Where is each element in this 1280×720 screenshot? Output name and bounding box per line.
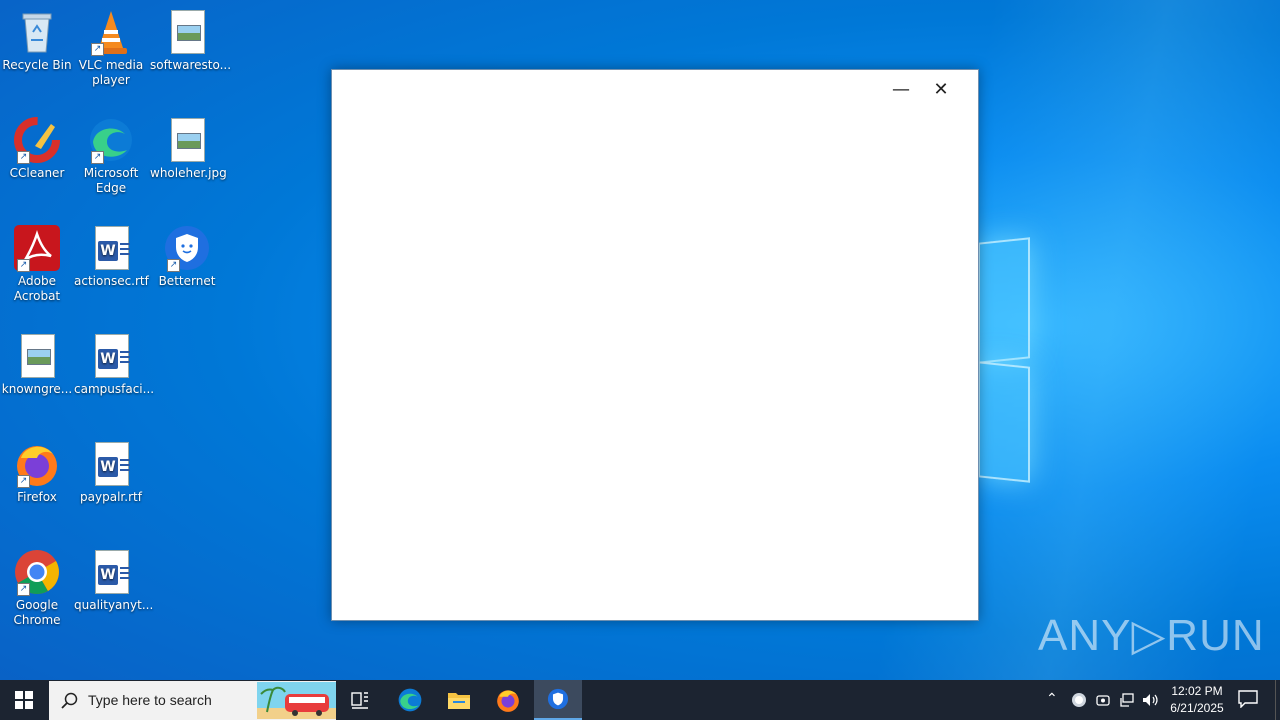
show-desktop-button[interactable]: [1275, 680, 1280, 720]
shortcut-arrow-icon: ↗: [91, 43, 104, 56]
image-file-icon: [163, 116, 211, 164]
desktop-icon-firefox[interactable]: ↗ Firefox: [0, 440, 74, 505]
search-icon: [61, 692, 78, 709]
edge-browser-icon: [398, 688, 422, 712]
desktop-icon-softwaresto[interactable]: softwaresto...: [150, 8, 232, 73]
word-document-icon: W: [87, 440, 135, 488]
desktop-icon-qualityanyt[interactable]: W qualityanyt...: [74, 548, 154, 613]
recycle-bin-icon: [13, 8, 61, 56]
desktop-icon-label: wholeher.jpg: [150, 166, 227, 180]
desktop-icon-label: Microsoft Edge: [83, 166, 139, 195]
desktop-icon-label: VLC media player: [78, 58, 144, 87]
firefox-icon: ↗: [13, 440, 61, 488]
betternet-shield-icon: [547, 688, 569, 710]
desktop-icon-paypalr[interactable]: W paypalr.rtf: [74, 440, 148, 505]
desktop-icon-label: Betternet: [158, 274, 216, 288]
desktop-icon-label: Google Chrome: [13, 598, 61, 627]
shortcut-arrow-icon: ↗: [17, 151, 30, 164]
notification-icon: [1238, 690, 1258, 709]
desktop-icon-label: actionsec.rtf: [74, 274, 149, 288]
desktop-icon-label: Firefox: [17, 490, 57, 504]
desktop-icon-edge[interactable]: ↗ Microsoft Edge: [74, 116, 148, 196]
desktop-icon-label: Recycle Bin: [2, 58, 72, 72]
search-placeholder: Type here to search: [88, 692, 212, 708]
start-button[interactable]: [0, 680, 48, 720]
tray-meet-now-icon[interactable]: [1095, 692, 1111, 711]
desktop-icon-recycle-bin[interactable]: Recycle Bin: [0, 8, 74, 73]
shortcut-arrow-icon: ↗: [167, 259, 180, 272]
network-icon[interactable]: [1119, 692, 1135, 711]
task-view-button[interactable]: [336, 680, 384, 720]
image-file-icon: [13, 332, 61, 380]
desktop-icon-adobe-acrobat[interactable]: ↗ Adobe Acrobat: [0, 224, 74, 304]
desktop-icon-actionsec[interactable]: W actionsec.rtf: [74, 224, 149, 289]
desktop-icon-label: CCleaner: [9, 166, 65, 180]
desktop-icon-betternet[interactable]: ↗ Betternet: [150, 224, 224, 289]
desktop-icon-campusfaci[interactable]: W campusfaci...: [74, 332, 155, 397]
taskbar-file-explorer-button[interactable]: [435, 680, 483, 720]
app-window: — ✕: [331, 69, 979, 621]
wallpaper-logo-pane: [978, 361, 1030, 483]
minimize-button[interactable]: —: [881, 78, 921, 102]
desktop-icon-label: softwaresto...: [150, 58, 232, 72]
anyrun-watermark: ANY▷RUN: [1038, 611, 1265, 660]
taskbar-search-box[interactable]: Type here to search: [49, 681, 336, 720]
shortcut-arrow-icon: ↗: [17, 583, 30, 596]
betternet-shield-icon: ↗: [163, 224, 211, 272]
volume-icon[interactable]: [1142, 692, 1160, 711]
task-view-icon: [351, 692, 368, 709]
taskbar-edge-button[interactable]: [386, 680, 434, 720]
desktop-icon-vlc[interactable]: ↗ VLC media player: [74, 8, 148, 88]
desktop-icon-label: knowngre...: [1, 382, 73, 396]
clock[interactable]: 12:02 PM 6/21/2025: [1166, 683, 1228, 717]
shortcut-arrow-icon: ↗: [91, 151, 104, 164]
firefox-icon: [497, 690, 519, 712]
desktop-icon-label: qualityanyt...: [74, 598, 154, 612]
action-center-button[interactable]: [1238, 690, 1258, 711]
desktop-icon-label: Adobe Acrobat: [13, 274, 61, 303]
edge-browser-icon: ↗: [87, 116, 135, 164]
chrome-icon: ↗: [13, 548, 61, 596]
word-document-icon: W: [87, 332, 135, 380]
search-highlight-illustration-icon: [257, 682, 336, 719]
clock-time: 12:02 PM: [1171, 684, 1223, 698]
folder-icon: [448, 693, 470, 709]
desktop-icon-chrome[interactable]: ↗ Google Chrome: [0, 548, 74, 628]
windows-logo-icon: [15, 691, 33, 709]
word-document-icon: W: [87, 224, 135, 272]
tray-betternet-icon[interactable]: [1071, 692, 1087, 711]
show-hidden-icons-button[interactable]: ⌃: [1046, 690, 1058, 707]
desktop-icon-ccleaner[interactable]: ↗ CCleaner: [0, 116, 74, 181]
clock-date: 6/21/2025: [1170, 701, 1224, 715]
desktop-icon-wholeher[interactable]: wholeher.jpg: [150, 116, 227, 181]
vlc-cone-icon: ↗: [87, 8, 135, 56]
desktop-icon-label: paypalr.rtf: [80, 490, 142, 504]
desktop-icon-label: campusfaci...: [74, 382, 155, 396]
wallpaper-logo-pane: [978, 237, 1030, 364]
shortcut-arrow-icon: ↗: [17, 475, 30, 488]
taskbar-betternet-button[interactable]: [534, 680, 582, 720]
ccleaner-icon: ↗: [13, 116, 61, 164]
shortcut-arrow-icon: ↗: [17, 259, 30, 272]
word-document-icon: W: [87, 548, 135, 596]
image-file-icon: [163, 8, 211, 56]
close-button[interactable]: ✕: [921, 78, 961, 102]
taskbar-firefox-button[interactable]: [484, 680, 532, 720]
desktop-icon-knowngre[interactable]: knowngre...: [0, 332, 74, 397]
acrobat-icon: ↗: [13, 224, 61, 272]
